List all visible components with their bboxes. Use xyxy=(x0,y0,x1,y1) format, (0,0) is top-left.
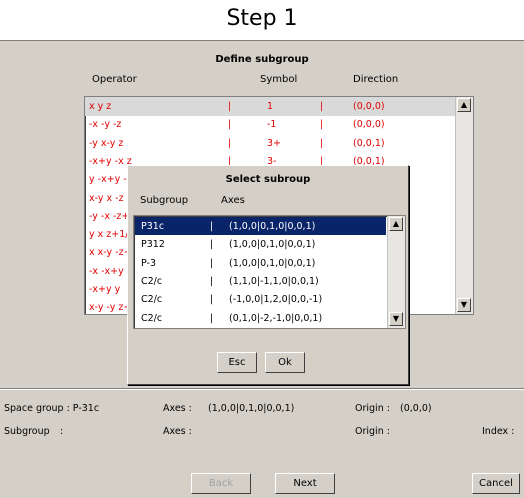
axes-label: Axes : xyxy=(163,403,192,414)
operator-row[interactable]: x y z | 1 | (0,0,0) xyxy=(85,97,455,116)
separator: | xyxy=(228,137,232,149)
next-button[interactable]: Next xyxy=(275,473,335,494)
subgroup-axes: (1,0,0|0,1,0|0,0,1) xyxy=(229,257,316,269)
subgroup-list[interactable]: P31c | (1,0,0|0,1,0|0,0,1) P312 | (1,0,0|0,1,… xyxy=(133,215,406,329)
subgroup-name: C2/c xyxy=(141,312,163,324)
subgroup-row[interactable]: P312 | (1,0,0|0,1,0|0,0,1) xyxy=(135,235,386,253)
divider xyxy=(0,388,524,390)
operator-text: -x -x+y xyxy=(89,265,124,277)
symbol-text: -1 xyxy=(267,119,277,131)
subgroup-label: Subgroup xyxy=(4,426,50,437)
subgroup-axes: (1,0,0|0,1,0|0,0,1) xyxy=(229,239,316,251)
subgroup-name: P312 xyxy=(141,239,165,251)
separator: | xyxy=(228,101,232,112)
column-header-operator: Operator xyxy=(92,74,137,85)
separator: | xyxy=(210,257,214,269)
operator-text: -y x-y z xyxy=(89,137,124,149)
operator-text: x-y x -z xyxy=(89,192,124,204)
subgroup-origin-label: Origin : xyxy=(355,426,390,437)
scroll-down-icon[interactable]: ▼ xyxy=(457,298,471,312)
cancel-button[interactable]: Cancel xyxy=(472,473,520,494)
panel-title: Define subgroup xyxy=(215,54,309,65)
axes-value: (1,0,0|0,1,0|0,0,1) xyxy=(208,403,295,414)
origin-value: (0,0,0) xyxy=(400,403,432,414)
subgroup-name: P31c xyxy=(141,221,165,232)
scroll-up-icon[interactable]: ▲ xyxy=(457,98,471,112)
select-subgroup-dialog: Select subroup Subgroup Axes P31c | (1,0,0… xyxy=(127,165,409,385)
dialog-title: Select subroup xyxy=(225,174,311,185)
subgroup-axes: (0,1,0|-2,-1,0|0,0,1) xyxy=(229,312,323,324)
scroll-down-icon[interactable]: ▼ xyxy=(389,312,403,326)
separator: | xyxy=(210,294,214,306)
direction-text: (0,0,0) xyxy=(353,101,385,112)
separator: | xyxy=(210,312,214,324)
separator: | xyxy=(210,275,214,287)
subgroup-axes: (1,0,0|0,1,0|0,0,1) xyxy=(229,221,316,232)
separator: | xyxy=(210,221,214,232)
subgroup-axes-label: Axes : xyxy=(163,426,192,437)
subgroup-name: C2/c xyxy=(141,294,163,306)
symbol-text: 3+ xyxy=(267,137,282,149)
operator-text: -y -x -z+ xyxy=(89,210,130,222)
subgroup-row[interactable]: C2/c | (-1,0,0|1,2,0|0,0,-1) xyxy=(135,290,386,308)
subgroup-name: C2/c xyxy=(141,275,163,287)
subgroup-colon: : xyxy=(60,426,64,437)
column-header-symbol: Symbol xyxy=(260,74,298,85)
subgroup-row[interactable]: C2/c | (0,1,0|-2,-1,0|0,0,1) xyxy=(135,309,386,327)
operator-list-scrollbar[interactable]: ▲ ▼ xyxy=(455,97,473,314)
subgroup-axes: (-1,0,0|1,2,0|0,0,-1) xyxy=(229,294,323,306)
subgroup-axes: (1,1,0|-1,1,0|0,0,1) xyxy=(229,275,319,287)
column-header-direction: Direction xyxy=(353,74,399,85)
operator-text: x-y -y z+ xyxy=(89,302,132,314)
subgroup-list-scrollbar[interactable]: ▲ ▼ xyxy=(387,216,405,328)
separator: | xyxy=(320,137,324,149)
operator-row[interactable]: -y x-y z | 3+ | (0,0,1) xyxy=(85,134,455,153)
origin-label: Origin : xyxy=(355,403,390,414)
separator: | xyxy=(320,101,324,112)
ok-button[interactable]: Ok xyxy=(265,352,305,373)
dialog-column-subgroup: Subgroup xyxy=(140,195,189,206)
operator-text: y x z+1/ xyxy=(89,229,129,241)
operator-text: -x -y -z xyxy=(89,119,122,131)
separator: | xyxy=(210,239,214,251)
subgroup-row[interactable]: C2/c | (1,1,0|-1,1,0|0,0,1) xyxy=(135,272,386,290)
separator: | xyxy=(320,119,324,131)
separator: | xyxy=(228,119,232,131)
subgroup-row[interactable]: P-3 | (1,0,0|0,1,0|0,0,1) xyxy=(135,254,386,272)
subgroup-name: P-3 xyxy=(141,257,156,269)
esc-button[interactable]: Esc xyxy=(217,352,257,373)
scroll-up-icon[interactable]: ▲ xyxy=(389,217,403,231)
operator-row[interactable]: -x -y -z | -1 | (0,0,0) xyxy=(85,115,455,134)
operator-text: x y z xyxy=(89,101,112,112)
direction-text: (0,0,1) xyxy=(353,137,385,149)
operator-text: y -x+y - xyxy=(89,174,127,186)
index-label: Index : xyxy=(482,426,515,437)
dialog-column-axes: Axes xyxy=(221,195,245,206)
back-button[interactable]: Back xyxy=(191,473,251,494)
subgroup-row[interactable]: P31c | (1,0,0|0,1,0|0,0,1) xyxy=(135,217,386,235)
operator-text: x x-y -z+ xyxy=(89,247,132,259)
space-group-label: Space group : P-31c xyxy=(4,403,100,414)
operator-text: -x+y y xyxy=(89,284,121,295)
operator-text: -x+y -x z xyxy=(89,155,132,167)
step-title: Step 1 xyxy=(226,6,298,31)
symbol-text: 1 xyxy=(267,101,274,112)
direction-text: (0,0,0) xyxy=(353,119,385,131)
